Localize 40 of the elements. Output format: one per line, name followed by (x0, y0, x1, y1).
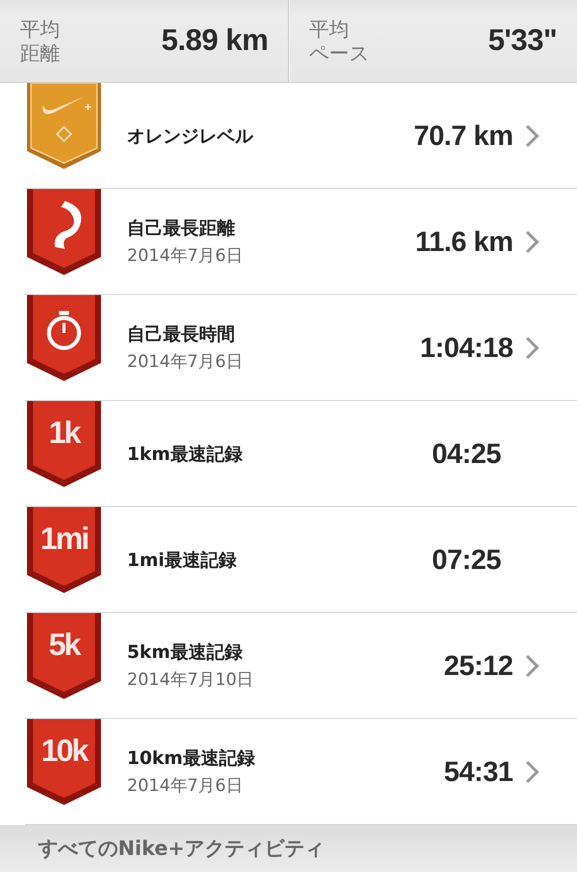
record-date: 2014年7月6日 (127, 245, 244, 267)
record-value: 04:25 (432, 438, 501, 470)
record-title: 自己最長時間 (127, 323, 236, 346)
record-value: 07:25 (432, 544, 501, 576)
footer-label: すべてのNike+アクティビティ (38, 835, 325, 862)
distance-badge: 5k (25, 613, 103, 699)
record-row[interactable]: 自己最長時間 2014年7月6日 1:04:18 (25, 295, 577, 401)
record-title: 自己最長距離 (127, 217, 236, 240)
record-title: 1km最速記録 (127, 442, 244, 466)
distance-badge: 10k (25, 719, 103, 805)
record-value: 70.7 km (414, 120, 513, 152)
record-row[interactable]: オレンジレベル 70.7 km (25, 83, 577, 189)
record-value: 1:04:18 (420, 332, 513, 364)
record-date: 2014年7月6日 (127, 775, 244, 797)
footer-bar[interactable]: すべてのNike+アクティビティ (0, 825, 577, 872)
record-value: 54:31 (444, 756, 513, 788)
record-row[interactable]: 5k 5km最速記録 2014年7月10日 25:12 (25, 613, 577, 719)
record-title: 5km最速記録 (127, 641, 244, 664)
level-badge-icon (25, 83, 103, 169)
record-row[interactable]: 1mi 1mi最速記録 07:25 (25, 507, 577, 613)
record-date: 2014年7月10日 (127, 669, 255, 691)
stat-value: 5'33" (488, 24, 557, 58)
record-title: 10km最速記録 (127, 747, 256, 770)
stat-label: ペース (309, 41, 369, 65)
record-row[interactable]: 自己最長距離 2014年7月6日 11.6 km (25, 189, 577, 295)
record-date: 2014年7月6日 (127, 351, 244, 373)
stat-label: 平均 (309, 17, 350, 41)
record-row[interactable]: 10k 10km最速記録 2014年7月6日 54:31 (25, 719, 577, 825)
distance-badge: 1k (25, 401, 103, 487)
stat-label: 平均 (20, 17, 60, 41)
stopwatch-badge-icon (25, 295, 103, 381)
record-value: 11.6 km (415, 226, 513, 258)
record-title: 1mi最速記録 (127, 548, 238, 572)
distance-badge: 1mi (25, 507, 103, 593)
road-badge-icon (25, 189, 103, 275)
stat-value: 5.89 km (161, 24, 268, 58)
stat-label: 距離 (20, 41, 60, 65)
record-row[interactable]: 1k 1km最速記録 04:25 (25, 401, 577, 507)
record-value: 25:12 (444, 650, 513, 682)
record-title: オレンジレベル (127, 124, 254, 148)
